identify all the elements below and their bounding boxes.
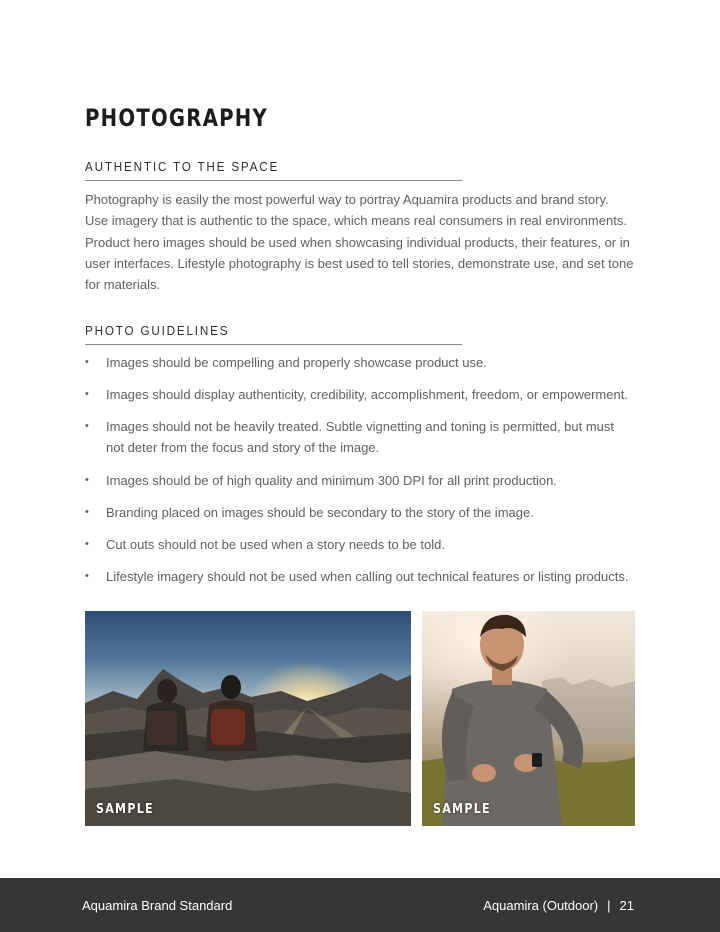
intro-paragraph: Photography is easily the most powerful … [85, 192, 634, 293]
page-number: 21 [619, 898, 634, 913]
bullet-icon: • [85, 569, 89, 582]
list-item: • Images should be of high quality and mi… [85, 470, 635, 491]
bullet-icon: • [85, 388, 89, 401]
list-item-text: Images should display authenticity, cred… [106, 387, 628, 403]
man-scene-illustration [422, 614, 635, 826]
footer-document-title: Aquamira Brand Standard [82, 898, 233, 913]
bullet-icon: • [85, 537, 89, 550]
section-heading-guidelines: PHOTO GUIDELINES [85, 322, 462, 345]
list-item: • Images should display authenticity, cre… [85, 384, 635, 405]
list-item-text: Images should be of high quality and min… [106, 472, 557, 488]
list-item: • Branding placed on images should be sec… [85, 502, 635, 523]
section-heading-authentic-label: AUTHENTIC TO THE SPACE [85, 159, 280, 174]
list-item-text: Images should be compelling and properly… [106, 355, 487, 370]
list-item: • Lifestyle imagery should not be used wh… [85, 566, 635, 587]
hikers-scene-illustration [85, 669, 411, 826]
page-footer: Aquamira Brand Standard Aquamira (Outdoo… [0, 878, 720, 932]
page-title: PHOTOGRAPHY [85, 104, 269, 132]
list-item-text: Images should not be heavily treated. Su… [106, 419, 615, 456]
list-item-text: Lifestyle imagery should not be used whe… [106, 568, 629, 584]
sample-watermark: SAMPLE [96, 802, 154, 817]
list-item-text: Cut outs should not be used when a story… [106, 536, 445, 552]
guidelines-list: • Images should be compelling and properl… [85, 352, 635, 598]
bullet-icon: • [85, 420, 89, 433]
footer-section-page: Aquamira (Outdoor) | 21 [483, 898, 634, 913]
section-heading-authentic: AUTHENTIC TO THE SPACE [85, 158, 462, 181]
hikers-photo: SAMPLE [85, 611, 411, 826]
list-item: • Cut outs should not be used when a stor… [85, 534, 635, 555]
bullet-icon: • [85, 356, 89, 368]
sample-watermark: SAMPLE [433, 802, 491, 817]
list-item: • Images should not be heavily treated. S… [85, 416, 635, 459]
footer-section-label: Aquamira (Outdoor) [483, 898, 599, 913]
list-item: • Images should be compelling and properl… [85, 352, 635, 373]
bullet-icon: • [85, 505, 89, 518]
bullet-icon: • [85, 473, 89, 486]
section-heading-guidelines-label: PHOTO GUIDELINES [85, 323, 230, 338]
man-photo: SAMPLE [422, 611, 635, 826]
list-item-text: Branding placed on images should be seco… [106, 504, 534, 520]
footer-separator: | [607, 898, 611, 913]
